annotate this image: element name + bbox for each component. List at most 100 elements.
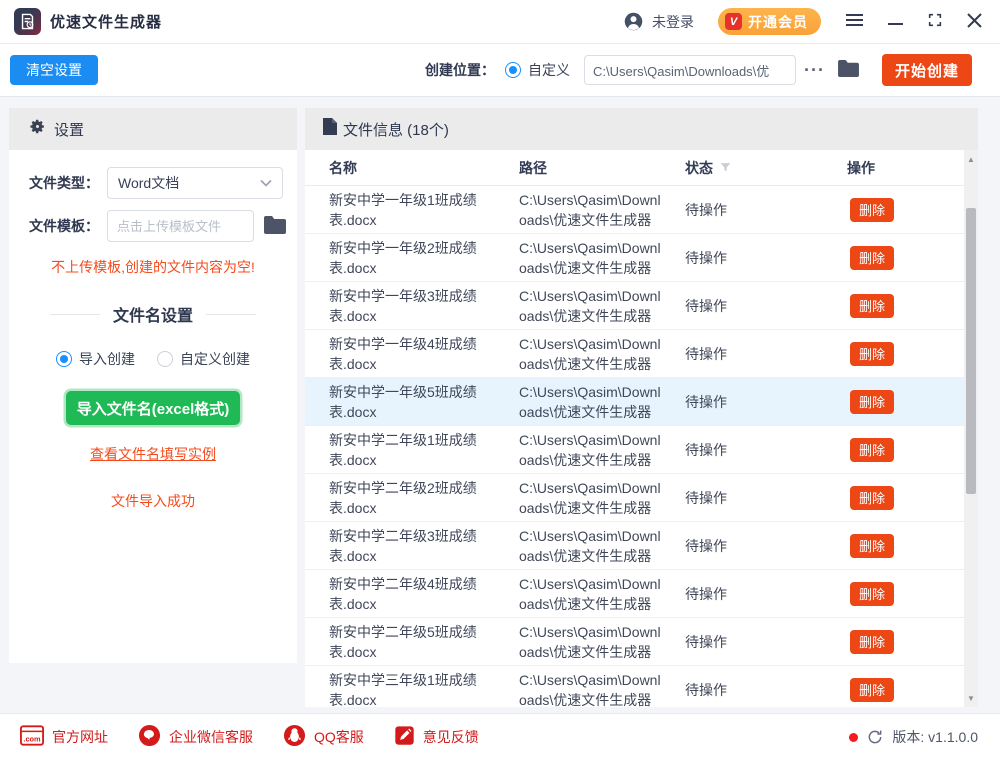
- wechat-work-icon: [138, 724, 161, 750]
- table-row[interactable]: 新安中学二年级2班成绩表.docx C:\Users\Qasim\Download…: [305, 474, 978, 522]
- folder-icon: [837, 59, 860, 81]
- delete-button[interactable]: 删除: [850, 293, 894, 318]
- file-path-cell: C:\Users\Qasim\Downloads\优速文件生成器: [519, 623, 661, 660]
- table-row[interactable]: 新安中学一年级5班成绩表.docx C:\Users\Qasim\Download…: [305, 378, 978, 426]
- delete-button[interactable]: 删除: [850, 485, 894, 510]
- table-row[interactable]: 新安中学一年级2班成绩表.docx C:\Users\Qasim\Download…: [305, 234, 978, 282]
- column-header-name: 名称: [329, 159, 357, 176]
- file-action-cell: 删除: [847, 186, 957, 233]
- official-website-link[interactable]: .com 官方网址: [20, 725, 108, 749]
- file-action-cell: 删除: [847, 426, 957, 473]
- filename-example-link[interactable]: 查看文件名填写实例: [9, 444, 297, 464]
- file-info-panel: 文件信息 (18个) 名称 路径 状态 操作 新安中学一年级1班成绩表.docx…: [305, 108, 978, 707]
- table-row[interactable]: 新安中学三年级1班成绩表.docx C:\Users\Qasim\Download…: [305, 666, 978, 707]
- file-table-header: 名称 路径 状态 操作: [305, 150, 978, 186]
- svg-text:.com: .com: [23, 735, 41, 744]
- file-table: 名称 路径 状态 操作 新安中学一年级1班成绩表.docx C:\Users\Qa…: [305, 150, 978, 707]
- file-status-cell: 待操作: [685, 633, 727, 650]
- import-success-text: 文件导入成功: [111, 493, 195, 509]
- start-create-button[interactable]: 开始创建: [882, 54, 972, 86]
- open-folder-button[interactable]: [837, 59, 860, 81]
- file-type-select[interactable]: Word文档: [107, 167, 283, 199]
- import-filenames-button[interactable]: 导入文件名(excel格式): [66, 391, 240, 425]
- browse-more-button[interactable]: ···: [804, 60, 825, 81]
- delete-button[interactable]: 删除: [850, 197, 894, 222]
- close-button[interactable]: [967, 10, 982, 34]
- delete-button[interactable]: 删除: [850, 629, 894, 654]
- wechat-support-link[interactable]: 企业微信客服: [138, 724, 253, 750]
- custom-location-radio-label: 自定义: [528, 62, 571, 78]
- file-name-cell: 新安中学二年级2班成绩表.docx: [329, 479, 477, 516]
- import-create-radio[interactable]: 导入创建: [56, 349, 135, 369]
- app-window: 优速文件生成器 未登录 V 开通会员 清空设置 创建位置： 自定义 C:\Use…: [0, 0, 1000, 760]
- custom-create-radio-label: 自定义创建: [180, 351, 250, 367]
- table-row[interactable]: 新安中学二年级1班成绩表.docx C:\Users\Qasim\Download…: [305, 426, 978, 474]
- radio-selected-icon: [56, 351, 72, 367]
- custom-location-radio[interactable]: [505, 62, 522, 78]
- refresh-icon[interactable]: [867, 729, 883, 745]
- file-name-cell: 新安中学一年级1班成绩表.docx: [329, 191, 477, 228]
- file-action-cell: 删除: [847, 378, 957, 425]
- table-row[interactable]: 新安中学一年级3班成绩表.docx C:\Users\Qasim\Download…: [305, 282, 978, 330]
- file-path-cell: C:\Users\Qasim\Downloads\优速文件生成器: [519, 191, 661, 228]
- file-action-cell: 删除: [847, 522, 957, 569]
- file-info-title: 文件信息 (18个): [343, 121, 449, 139]
- file-path-cell: C:\Users\Qasim\Downloads\优速文件生成器: [519, 383, 661, 420]
- table-row[interactable]: 新安中学二年级4班成绩表.docx C:\Users\Qasim\Download…: [305, 570, 978, 618]
- delete-button[interactable]: 删除: [850, 677, 894, 702]
- template-upload-input[interactable]: [107, 210, 254, 242]
- table-row[interactable]: 新安中学一年级4班成绩表.docx C:\Users\Qasim\Download…: [305, 330, 978, 378]
- delete-button[interactable]: 删除: [850, 437, 894, 462]
- file-name-cell: 新安中学二年级4班成绩表.docx: [329, 575, 477, 612]
- create-location-label: 创建位置：: [425, 62, 496, 78]
- file-action-cell: 删除: [847, 474, 957, 521]
- settings-panel-title: 设置: [54, 121, 85, 139]
- feedback-link[interactable]: 意见反馈: [394, 725, 479, 749]
- filter-icon[interactable]: [719, 161, 732, 174]
- file-type-label: 文件类型：: [29, 175, 99, 191]
- app-title: 优速文件生成器: [50, 14, 163, 31]
- delete-button[interactable]: 删除: [850, 389, 894, 414]
- file-type-value: Word文档: [118, 175, 180, 191]
- scrollbar-thumb[interactable]: [966, 208, 976, 494]
- delete-button[interactable]: 删除: [850, 533, 894, 558]
- user-avatar-icon[interactable]: [623, 11, 644, 32]
- delete-button[interactable]: 删除: [850, 341, 894, 366]
- menu-button[interactable]: [845, 10, 864, 34]
- vip-icon: V: [725, 13, 742, 30]
- file-path-cell: C:\Users\Qasim\Downloads\优速文件生成器: [519, 575, 661, 612]
- file-status-cell: 待操作: [685, 393, 727, 410]
- file-info-header: 文件信息 (18个): [305, 108, 978, 150]
- table-scrollbar[interactable]: ▲ ▼: [964, 150, 978, 707]
- document-icon: [323, 118, 337, 140]
- table-row[interactable]: 新安中学一年级1班成绩表.docx C:\Users\Qasim\Download…: [305, 186, 978, 234]
- maximize-button[interactable]: [927, 10, 943, 34]
- toolbar: 清空设置 创建位置： 自定义 ··· 开始创建: [0, 44, 1000, 97]
- template-browse-button[interactable]: [263, 215, 287, 238]
- minimize-icon: [888, 14, 903, 29]
- delete-button[interactable]: 删除: [850, 245, 894, 270]
- vip-upgrade-button[interactable]: V 开通会员: [718, 8, 821, 35]
- custom-create-radio[interactable]: 自定义创建: [157, 349, 250, 369]
- file-table-body: 新安中学一年级1班成绩表.docx C:\Users\Qasim\Download…: [305, 186, 978, 707]
- file-action-cell: 删除: [847, 282, 957, 329]
- minimize-button[interactable]: [888, 10, 903, 34]
- login-status[interactable]: 未登录: [652, 12, 694, 32]
- file-path-cell: C:\Users\Qasim\Downloads\优速文件生成器: [519, 527, 661, 564]
- template-label: 文件模板：: [29, 218, 99, 234]
- scroll-up-arrow-icon[interactable]: ▲: [964, 152, 978, 166]
- footer: .com 官方网址 企业微信客服 QQ客服 意见反馈 版本: v1.1.0.0: [0, 713, 1000, 760]
- clear-settings-button[interactable]: 清空设置: [10, 55, 98, 85]
- qq-support-link[interactable]: QQ客服: [283, 724, 364, 750]
- maximize-icon: [927, 12, 943, 31]
- file-path-cell: C:\Users\Qasim\Downloads\优速文件生成器: [519, 335, 661, 372]
- table-row[interactable]: 新安中学二年级5班成绩表.docx C:\Users\Qasim\Download…: [305, 618, 978, 666]
- scroll-down-arrow-icon[interactable]: ▼: [964, 691, 978, 705]
- delete-button[interactable]: 删除: [850, 581, 894, 606]
- table-row[interactable]: 新安中学二年级3班成绩表.docx C:\Users\Qasim\Download…: [305, 522, 978, 570]
- output-path-input[interactable]: [584, 55, 797, 85]
- feedback-icon: [394, 725, 415, 749]
- file-path-cell: C:\Users\Qasim\Downloads\优速文件生成器: [519, 671, 661, 708]
- file-path-cell: C:\Users\Qasim\Downloads\优速文件生成器: [519, 239, 661, 276]
- column-header-status: 状态: [685, 150, 835, 185]
